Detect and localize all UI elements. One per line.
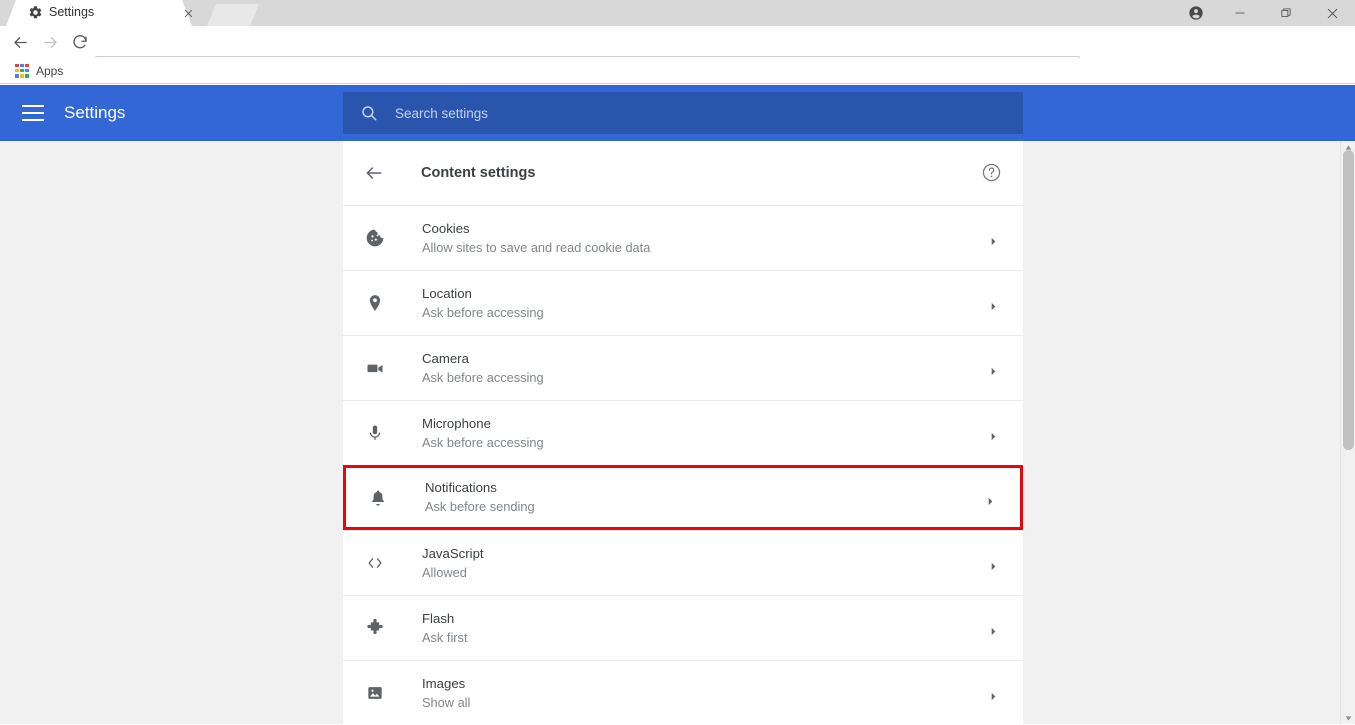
settings-row-title: Flash [422,611,454,626]
settings-row-title: Notifications [425,480,497,495]
chevron-right-icon[interactable] [989,363,999,373]
chevron-right-icon[interactable] [989,558,999,568]
settings-row-title: Cookies [422,221,470,236]
settings-row-cookies[interactable]: Cookies Allow sites to save and read coo… [343,205,1023,270]
settings-row-text: Flash Ask first [422,610,468,647]
settings-row-sub: Ask before sending [425,499,535,514]
settings-row-location[interactable]: Location Ask before accessing [343,270,1023,335]
settings-row-title: Location [422,286,472,301]
tab-title-settings: Settings [49,5,94,19]
content-settings-header: Content settings [343,141,1023,205]
chevron-right-icon[interactable] [989,688,999,698]
settings-row-text: Camera Ask before accessing [422,350,544,387]
location-pin-icon [363,291,387,315]
hamburger-menu-icon[interactable] [22,105,44,121]
tab-strip: Settings [0,0,1355,26]
gear-icon [28,5,43,20]
settings-row-title: JavaScript [422,546,484,561]
settings-row-sub: Allow sites to save and read cookie data [422,240,650,255]
cookie-icon [363,226,387,250]
settings-row-images[interactable]: Images Show all [343,660,1023,725]
settings-row-text: Microphone Ask before accessing [422,415,544,452]
chevron-right-icon[interactable] [989,233,999,243]
chevron-right-icon[interactable] [989,623,999,633]
apps-grid-icon [15,64,29,78]
profile-avatar-icon[interactable] [1175,0,1217,26]
bookmark-apps-label: Apps [36,64,63,78]
settings-row-sub: Ask before accessing [422,305,544,320]
settings-row-text: Notifications Ask before sending [425,479,535,516]
code-brackets-icon [363,551,387,575]
help-circle-icon[interactable] [981,162,1003,184]
scrollbar-thumb[interactable] [1343,150,1354,450]
bell-icon [366,486,390,510]
forward-arrow-icon [35,27,65,57]
back-arrow-icon[interactable] [363,162,385,184]
restore-icon[interactable] [1263,0,1309,26]
settings-row-title: Images [422,676,465,691]
scroll-down-arrow-icon[interactable] [1341,712,1355,724]
chevron-right-icon[interactable] [989,298,999,308]
microphone-icon [363,421,387,445]
settings-row-camera[interactable]: Camera Ask before accessing [343,335,1023,400]
settings-row-title: Camera [422,351,469,366]
puzzle-piece-icon [363,616,387,640]
settings-row-sub: Ask before accessing [422,435,544,450]
browser-tab-blank[interactable] [207,4,259,26]
settings-row-title: Microphone [422,416,491,431]
content-settings-card: Content settings Cookies Allow [343,141,1023,725]
search-settings-box[interactable] [343,92,1023,134]
content-settings-title: Content settings [421,165,535,181]
close-icon[interactable] [180,5,196,21]
settings-row-text: Location Ask before accessing [422,285,544,322]
settings-row-text: Images Show all [422,675,470,712]
settings-row-text: JavaScript Allowed [422,545,484,582]
settings-header: Settings [0,85,1355,141]
settings-row-text: Cookies Allow sites to save and read coo… [422,220,650,257]
page-title: Settings [64,103,125,123]
settings-row-javascript[interactable]: JavaScript Allowed [343,530,1023,595]
close-icon[interactable] [1309,0,1355,26]
chevron-right-icon[interactable] [986,493,996,503]
settings-row-sub: Ask first [422,630,468,645]
browser-toolbar: Chrome chrome://settings/content new [0,26,1355,58]
settings-page-body: Content settings Cookies Allow [0,141,1355,724]
settings-row-notifications[interactable]: Notifications Ask before sending [343,465,1023,530]
back-arrow-icon[interactable] [5,27,35,57]
minimize-icon[interactable] [1217,0,1263,26]
chevron-right-icon[interactable] [989,428,999,438]
settings-row-microphone[interactable]: Microphone Ask before accessing [343,400,1023,465]
settings-row-sub: Show all [422,695,470,710]
camera-icon [363,356,387,380]
search-icon [357,101,381,125]
settings-row-flash[interactable]: Flash Ask first [343,595,1023,660]
search-input[interactable] [395,92,1023,134]
bookmark-apps[interactable]: Apps [10,62,68,80]
bookmarks-bar: Apps [0,58,1355,84]
page-scrollbar[interactable] [1340,141,1355,724]
image-icon [363,681,387,705]
settings-row-sub: Allowed [422,565,467,580]
reload-icon[interactable] [65,27,95,57]
window-controls [1175,0,1355,26]
settings-row-sub: Ask before accessing [422,370,544,385]
